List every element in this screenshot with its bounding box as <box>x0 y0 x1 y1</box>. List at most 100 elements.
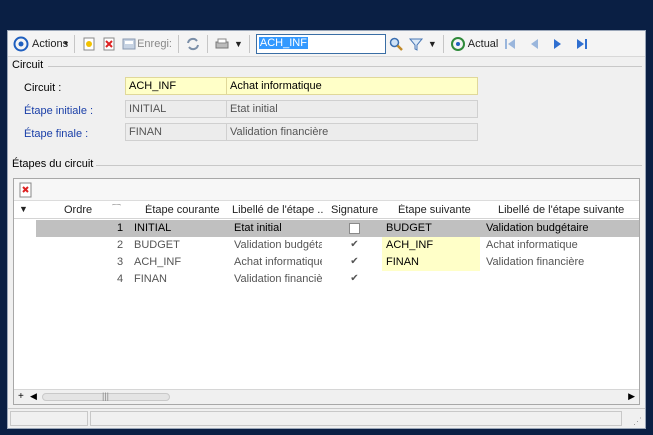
end-step-label[interactable]: Étape finale : <box>24 128 88 140</box>
filter-icon <box>408 36 424 52</box>
circuit-section-title: Circuit <box>12 59 44 71</box>
table-row[interactable]: 1 INITIAL Etat initial BUDGET Validation… <box>36 220 639 237</box>
cell-next-step: BUDGET <box>386 222 432 234</box>
save-label: Enregi: <box>137 37 172 50</box>
save-icon <box>121 36 137 52</box>
signature-checkbox[interactable] <box>349 223 360 234</box>
chevron-down-icon: ▾ <box>64 39 69 48</box>
next-icon <box>550 36 566 52</box>
scroll-left-icon[interactable]: ◀ <box>30 391 37 402</box>
filter-button[interactable]: ▼ <box>406 33 439 55</box>
actions-button[interactable]: Actions ▾ <box>11 33 70 55</box>
cell-current-step: BUDGET <box>134 239 180 251</box>
grid-toolbar <box>14 179 639 201</box>
new-icon <box>81 36 97 52</box>
dropdown-icon: ▼ <box>427 38 437 49</box>
circuit-label: Circuit : <box>24 82 62 94</box>
delete-icon <box>101 36 117 52</box>
table-row[interactable]: 3 ACH_INF Achat informatique ✔ FINAN Val… <box>36 254 639 271</box>
section-divider <box>48 66 642 67</box>
column-chooser-icon[interactable]: ▼ <box>19 204 28 214</box>
cell-step-label: Achat informatique <box>234 256 322 268</box>
steps-grid: ▼ Ordre ⁀ Étape courante Libellé de l'ét… <box>13 178 640 405</box>
previous-icon <box>526 36 542 52</box>
end-step-name-field: Validation financière <box>226 123 478 141</box>
status-cell <box>90 411 622 426</box>
start-step-code-field: INITIAL <box>125 100 227 118</box>
delete-button[interactable] <box>99 33 119 55</box>
actions-label: Actions <box>32 37 69 50</box>
search-icon <box>388 36 404 52</box>
cell-next-step: ACH_INF <box>386 239 434 251</box>
refresh-button[interactable] <box>183 33 203 55</box>
horizontal-scrollbar[interactable]: + ◀ ||| ▶ <box>14 389 639 404</box>
actualize-label: Actual <box>467 37 499 50</box>
cell-current-step: ACH_INF <box>134 256 182 268</box>
cell-step-label: Etat initial <box>234 222 282 234</box>
start-step-label[interactable]: Étape initiale : <box>24 105 93 117</box>
signature-check-icon[interactable]: ✔ <box>349 257 360 268</box>
column-header-next-step[interactable]: Étape suivante <box>398 204 471 216</box>
actualize-button[interactable]: Actual <box>448 33 501 55</box>
column-header-current-step[interactable]: Étape courante <box>145 204 220 216</box>
circuit-code-field[interactable]: ACH_INF <box>125 77 227 95</box>
column-header-signature[interactable]: Signature <box>331 204 378 216</box>
circuit-name-field[interactable]: Achat informatique <box>226 77 478 95</box>
refresh-icon <box>185 36 201 52</box>
cell-order: 4 <box>117 273 124 285</box>
end-step-code-field: FINAN <box>125 123 227 141</box>
sort-icon: ⁀ <box>112 205 121 217</box>
cell-order: 2 <box>117 239 124 251</box>
row-header-column <box>14 219 36 389</box>
last-record-button[interactable] <box>572 33 592 55</box>
first-record-button[interactable] <box>500 33 520 55</box>
signature-check-icon[interactable]: ✔ <box>349 240 360 251</box>
expand-icon[interactable]: + <box>18 391 24 402</box>
cell-next-step-label: Achat informatique <box>486 239 578 251</box>
scroll-right-icon[interactable]: ▶ <box>628 391 635 402</box>
print-button[interactable]: ▼ <box>212 33 245 55</box>
new-button[interactable] <box>79 33 99 55</box>
cell-next-step-label: Validation budgétaire <box>486 222 589 234</box>
table-row[interactable]: 2 BUDGET Validation budgéta ✔ ACH_INF Ac… <box>36 237 639 254</box>
save-button[interactable]: Enregi: <box>119 33 174 55</box>
table-row[interactable]: 4 FINAN Validation financiè ✔ <box>36 271 639 288</box>
toolbar-separator <box>74 34 76 53</box>
previous-record-button[interactable] <box>524 33 544 55</box>
circuit-window: Actions ▾ Enregi: ▼ ACH_INF ▼ Actual Cir… <box>7 30 646 429</box>
cell-step-label: Validation budgéta <box>234 239 322 251</box>
search-value: ACH_INF <box>258 36 308 49</box>
cell-step-label: Validation financiè <box>234 273 322 285</box>
resize-grip-icon[interactable]: ⋰ <box>633 416 642 427</box>
target-icon <box>13 36 29 52</box>
status-cell <box>10 411 88 426</box>
column-header-step-label[interactable]: Libellé de l'étape ... <box>232 204 324 216</box>
first-icon <box>502 36 518 52</box>
last-icon <box>574 36 590 52</box>
cell-current-step: INITIAL <box>134 222 172 234</box>
cell-order: 3 <box>117 256 124 268</box>
column-header-order[interactable]: Ordre <box>64 204 92 216</box>
cell-next-step: FINAN <box>386 256 419 268</box>
start-step-name-field: Etat initial <box>226 100 478 118</box>
actualize-icon <box>450 36 466 52</box>
steps-section-title: Étapes du circuit <box>12 158 94 170</box>
toolbar-separator <box>177 34 179 53</box>
print-icon <box>214 36 230 52</box>
search-button[interactable] <box>386 33 406 55</box>
next-record-button[interactable] <box>548 33 568 55</box>
signature-check-icon[interactable]: ✔ <box>349 274 360 285</box>
dropdown-icon: ▼ <box>233 38 243 49</box>
toolbar-separator <box>248 34 250 53</box>
search-input[interactable]: ACH_INF <box>255 33 386 54</box>
column-header-next-step-label[interactable]: Libellé de l'étape suivante <box>498 204 624 216</box>
status-bar: ⋰ <box>8 408 645 428</box>
delete-row-icon[interactable] <box>19 182 35 198</box>
toolbar: Actions ▾ Enregi: ▼ ACH_INF ▼ Actual <box>8 31 645 57</box>
toolbar-separator <box>206 34 208 53</box>
toolbar-separator <box>442 34 444 53</box>
cell-current-step: FINAN <box>134 273 167 285</box>
section-divider <box>96 165 642 166</box>
cell-next-step-label: Validation financière <box>486 256 585 268</box>
grid-header: ▼ Ordre ⁀ Étape courante Libellé de l'ét… <box>14 202 639 219</box>
